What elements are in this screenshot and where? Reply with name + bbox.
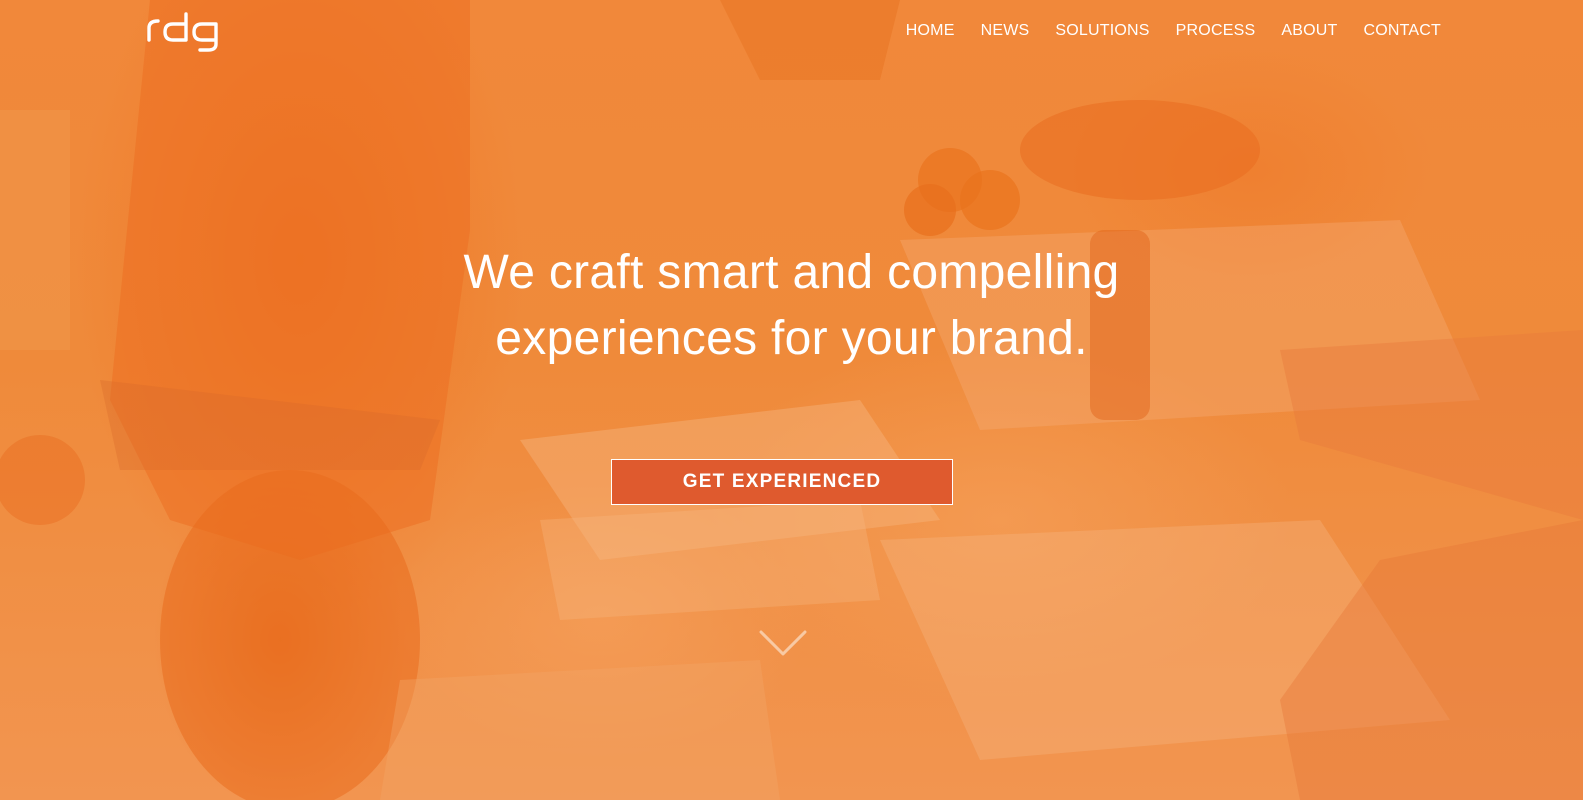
- hero-headline-line-1: We craft smart and compelling: [463, 246, 1120, 299]
- nav-item-solutions[interactable]: SOLUTIONS: [1055, 20, 1149, 42]
- hero-headline: We craft smart and compelling experience…: [0, 240, 1583, 372]
- main-nav: HOME NEWS SOLUTIONS PROCESS ABOUT CONTAC…: [906, 20, 1441, 42]
- nav-item-contact[interactable]: CONTACT: [1363, 20, 1441, 42]
- rdg-logo[interactable]: [146, 10, 222, 52]
- hero-background-image: [0, 0, 1583, 800]
- nav-item-news[interactable]: NEWS: [981, 20, 1030, 42]
- get-experienced-button[interactable]: GET EXPERIENCED: [611, 459, 953, 505]
- hero-section: HOME NEWS SOLUTIONS PROCESS ABOUT CONTAC…: [0, 0, 1583, 800]
- hero-headline-line-2: experiences for your brand.: [495, 312, 1088, 365]
- chevron-down-icon[interactable]: [758, 628, 808, 658]
- nav-item-process[interactable]: PROCESS: [1176, 20, 1256, 42]
- nav-item-home[interactable]: HOME: [906, 20, 955, 42]
- nav-item-about[interactable]: ABOUT: [1281, 20, 1337, 42]
